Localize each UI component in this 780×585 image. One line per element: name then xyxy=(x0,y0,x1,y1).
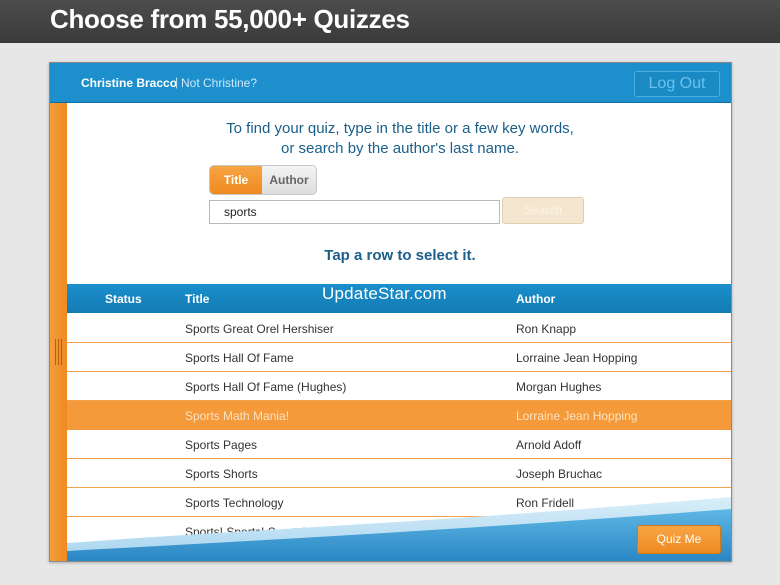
search-instructions: To find your quiz, type in the title or … xyxy=(190,119,610,159)
select-row-prompt: Tap a row to select it. xyxy=(324,247,476,264)
search-button[interactable]: Search xyxy=(502,197,584,224)
row-author: Lorraine Jean Hopping xyxy=(516,409,638,423)
quiz-me-button[interactable]: Quiz Me xyxy=(637,525,721,554)
row-author: Joseph Bruchac xyxy=(516,467,603,481)
banner-title: Choose from 55,000+ Quizzes xyxy=(50,4,410,34)
side-panel-bar xyxy=(50,103,67,561)
row-author: Ron Knapp xyxy=(516,322,577,336)
row-title: Sports Hall Of Fame xyxy=(185,351,294,365)
row-author: Arnold Adoff xyxy=(516,438,582,452)
row-author: Lorraine Jean Hopping xyxy=(516,351,638,365)
instructions-line-2: or search by the author's last name. xyxy=(281,140,519,157)
watermark: UpdateStar.com xyxy=(322,284,447,303)
table-row-selected[interactable]: Sports Math Mania! Lorraine Jean Hopping xyxy=(67,401,731,430)
row-title: Sports Hall Of Fame (Hughes) xyxy=(185,380,347,394)
row-title: Sports Shorts xyxy=(185,467,258,481)
row-title: Sports Great Orel Hershiser xyxy=(185,322,334,336)
row-title: Sports Math Mania! xyxy=(185,409,290,423)
search-input[interactable]: sports xyxy=(209,200,500,224)
table-row[interactable]: Sports Shorts Joseph Bruchac xyxy=(67,459,731,488)
table-row[interactable]: Sports Hall Of Fame (Hughes) Morgan Hugh… xyxy=(67,372,731,401)
column-status: Status xyxy=(105,292,142,306)
row-title: Sports Pages xyxy=(185,438,258,452)
drag-handle-icon[interactable] xyxy=(55,339,62,365)
column-title: Title xyxy=(185,292,210,306)
row-author: Morgan Hughes xyxy=(516,380,602,394)
header-separator: | xyxy=(175,75,179,89)
column-author: Author xyxy=(516,292,556,306)
table-row[interactable]: Sports Pages Arnold Adoff xyxy=(67,430,731,459)
quiz-search-window: Christine Bracco | Not Christine? Log Ou… xyxy=(49,62,732,562)
search-mode-toggle: Title Author xyxy=(209,165,317,195)
mode-author-button[interactable]: Author xyxy=(262,166,316,194)
logout-button[interactable]: Log Out xyxy=(634,71,720,97)
not-user-link[interactable]: Not Christine? xyxy=(181,76,257,90)
instructions-line-1: To find your quiz, type in the title or … xyxy=(226,120,574,137)
table-row[interactable]: Sports Hall Of Fame Lorraine Jean Hoppin… xyxy=(67,343,731,372)
mode-title-button[interactable]: Title xyxy=(210,166,262,194)
top-bar: Christine Bracco | Not Christine? Log Ou… xyxy=(50,63,731,103)
table-row[interactable]: Sports Great Orel Hershiser Ron Knapp xyxy=(67,314,731,343)
decorative-wave xyxy=(67,497,731,561)
app-banner: Choose from 55,000+ Quizzes xyxy=(0,0,780,43)
user-name: Christine Bracco xyxy=(81,76,178,90)
